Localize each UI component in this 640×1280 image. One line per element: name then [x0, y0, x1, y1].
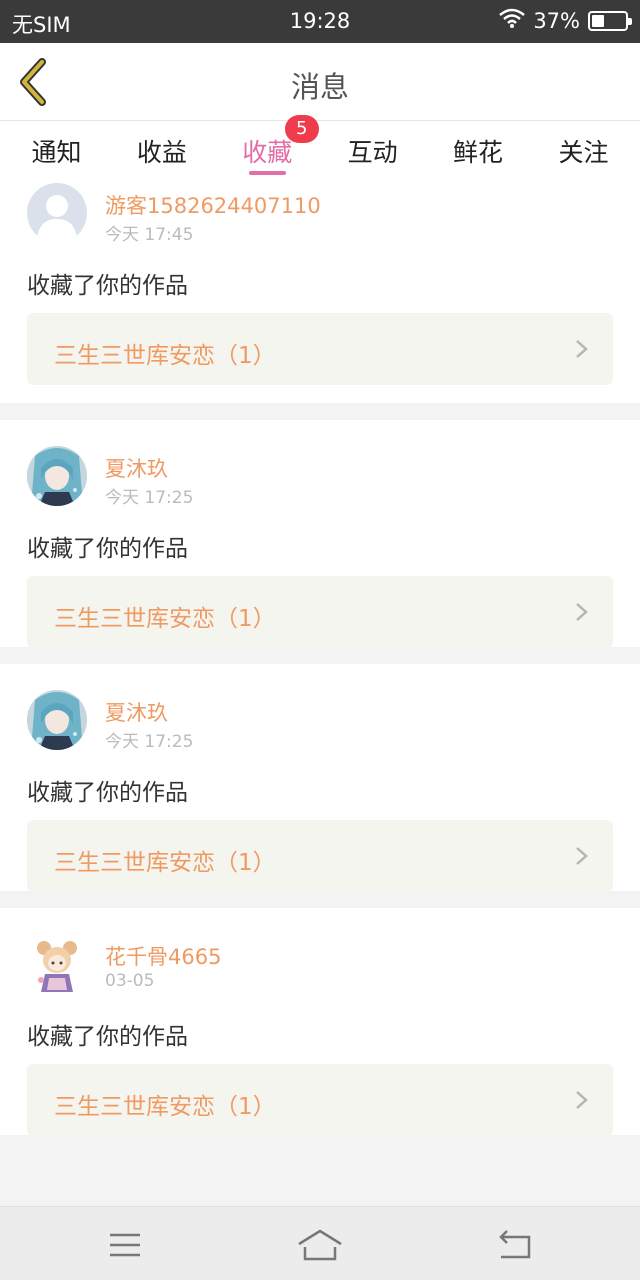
- work-link[interactable]: 三生三世库安恋（1）: [27, 313, 613, 385]
- battery-fill: [592, 14, 604, 27]
- username[interactable]: 夏沐玖: [105, 697, 168, 727]
- chevron-right-icon: [576, 603, 588, 621]
- list-item: 游客1582624407110 今天 17:45 收藏了你的作品 三生三世库安恋…: [0, 177, 640, 403]
- work-link[interactable]: 三生三世库安恋（1）: [27, 820, 613, 892]
- wifi-icon: [499, 8, 526, 33]
- header: 消息: [0, 43, 640, 121]
- action-text: 收藏了你的作品: [27, 780, 188, 806]
- work-link[interactable]: 三生三世库安恋（1）: [27, 1064, 613, 1136]
- menu-icon: [110, 1233, 140, 1257]
- status-indicators: 37%: [499, 8, 632, 33]
- timestamp: 今天 17:25: [105, 488, 194, 508]
- timestamp: 今天 17:25: [105, 732, 194, 752]
- username[interactable]: 游客1582624407110: [105, 190, 321, 220]
- battery-percent: 37%: [533, 8, 580, 33]
- chevron-right-icon: [576, 847, 588, 865]
- tab-interaction[interactable]: 互动: [320, 121, 425, 177]
- work-title: 三生三世库安恋（1）: [54, 343, 276, 369]
- default-avatar[interactable]: [27, 183, 87, 243]
- list-item: 夏沐玖 今天 17:25 收藏了你的作品 三生三世库安恋（1）: [0, 664, 640, 892]
- tab-label: 收益: [136, 138, 187, 167]
- work-title: 三生三世库安恋（1）: [54, 1094, 276, 1120]
- active-tab-indicator: [248, 171, 286, 175]
- home-button[interactable]: [290, 1225, 350, 1265]
- tab-earnings[interactable]: 收益: [109, 121, 214, 177]
- unread-badge: 5: [284, 115, 319, 143]
- return-icon: [499, 1230, 531, 1259]
- chibi-avatar[interactable]: [27, 934, 87, 994]
- anime-avatar[interactable]: [27, 690, 87, 750]
- message-list[interactable]: 游客1582624407110 今天 17:45 收藏了你的作品 三生三世库安恋…: [0, 177, 640, 1206]
- return-button[interactable]: [485, 1225, 545, 1265]
- home-icon: [298, 1229, 342, 1261]
- tab-notify[interactable]: 通知: [4, 121, 109, 177]
- tab-label: 鲜花: [453, 138, 504, 167]
- tab-label: 通知: [31, 138, 82, 167]
- tab-bar: 通知 收益 收藏 5 互动 鲜花 关注: [0, 115, 640, 177]
- list-item: 花千骨4665 03-05 收藏了你的作品 三生三世库安恋（1）: [0, 908, 640, 1136]
- work-title: 三生三世库安恋（1）: [54, 606, 276, 632]
- username[interactable]: 夏沐玖: [105, 453, 168, 483]
- tab-label: 收藏: [242, 138, 293, 167]
- tab-favorites[interactable]: 收藏 5: [215, 115, 320, 177]
- system-nav-bar: [0, 1206, 640, 1280]
- menu-button[interactable]: [95, 1225, 155, 1265]
- battery-icon: [588, 10, 632, 31]
- status-bar: 无SIM 19:28 37%: [0, 0, 640, 43]
- page-title: 消息: [290, 70, 349, 104]
- tab-follow[interactable]: 关注: [531, 121, 636, 177]
- list-item: 夏沐玖 今天 17:25 收藏了你的作品 三生三世库安恋（1）: [0, 420, 640, 648]
- username[interactable]: 花千骨4665: [105, 941, 221, 971]
- tab-flowers[interactable]: 鲜花: [426, 121, 531, 177]
- chevron-right-icon: [576, 1091, 588, 1109]
- action-text: 收藏了你的作品: [27, 273, 188, 299]
- work-title: 三生三世库安恋（1）: [54, 850, 276, 876]
- tab-label: 关注: [558, 138, 609, 167]
- timestamp: 03-05: [105, 971, 155, 991]
- anime-avatar[interactable]: [27, 446, 87, 506]
- work-link[interactable]: 三生三世库安恋（1）: [27, 576, 613, 648]
- chevron-right-icon: [576, 340, 588, 358]
- tab-label: 互动: [347, 138, 398, 167]
- action-text: 收藏了你的作品: [27, 536, 188, 562]
- timestamp: 今天 17:45: [105, 225, 194, 245]
- action-text: 收藏了你的作品: [27, 1024, 188, 1050]
